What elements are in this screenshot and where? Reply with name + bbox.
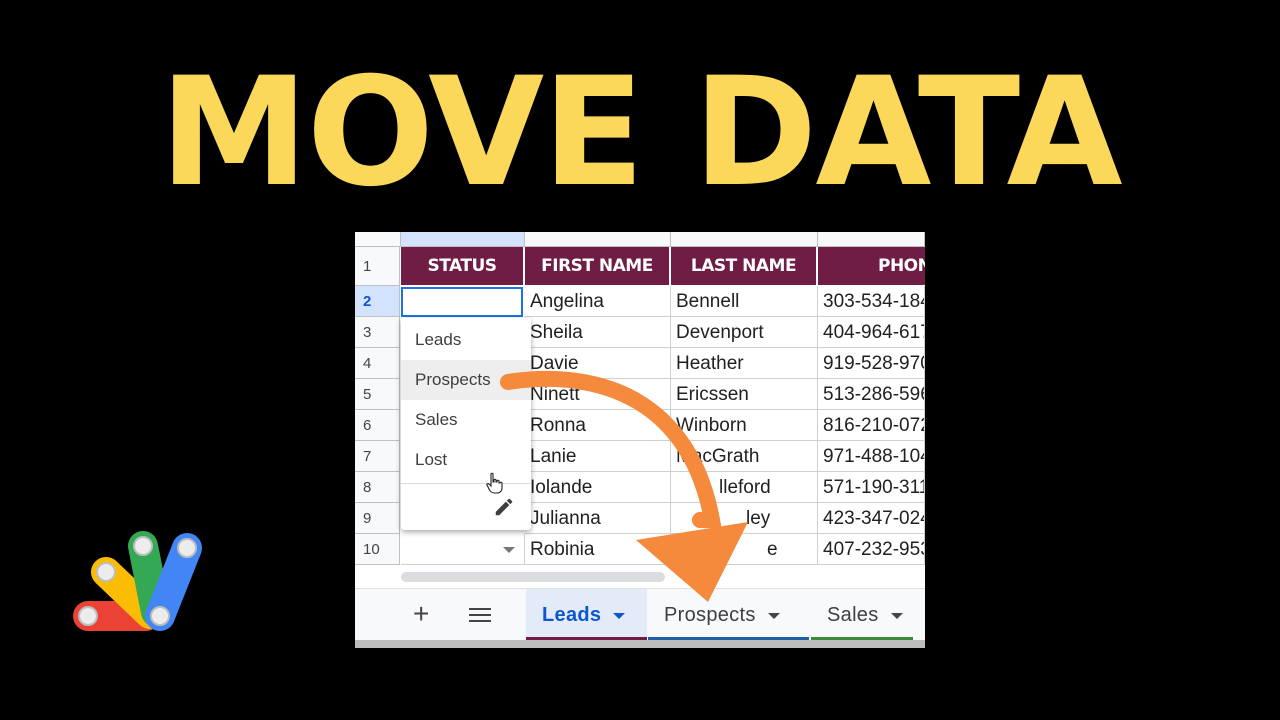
cell-first-name[interactable]: Robinia <box>525 534 671 565</box>
cell-last-name[interactable]: lleford <box>671 472 818 503</box>
cell-last-name[interactable]: Ericssen <box>671 379 818 410</box>
cell-first-name[interactable]: Davie <box>525 348 671 379</box>
tab-label: Leads <box>542 604 602 626</box>
pencil-icon[interactable] <box>493 496 515 518</box>
column-header-a[interactable] <box>401 232 525 246</box>
dropdown-option-leads[interactable]: Leads <box>401 320 531 360</box>
sheet-bottom-edge <box>355 640 925 648</box>
plus-icon[interactable]: + <box>413 599 429 629</box>
dropdown-option-lost[interactable]: Lost <box>401 440 531 480</box>
cell-last-name[interactable]: Heather <box>671 348 818 379</box>
spreadsheet-panel: 1 2 3 4 5 6 7 8 9 10 STATUS FIRST NAME L… <box>355 232 925 648</box>
row-number[interactable]: 10 <box>355 534 400 565</box>
cell-phone[interactable]: 971-488-104 <box>818 441 925 472</box>
hand-cursor-icon <box>486 472 503 494</box>
cell-phone[interactable]: 407-232-953 <box>818 534 925 565</box>
tab-label: Sales <box>827 604 879 626</box>
row-number[interactable]: 8 <box>355 472 400 503</box>
sheet-grid: 1 2 3 4 5 6 7 8 9 10 STATUS FIRST NAME L… <box>355 232 925 570</box>
chevron-down-icon[interactable] <box>890 612 903 619</box>
cell-first-name[interactable]: Iolande <box>525 472 671 503</box>
column-header-c[interactable] <box>671 232 818 246</box>
active-status-cell[interactable] <box>401 287 523 317</box>
dropdown-arrow-icon[interactable] <box>503 547 515 553</box>
cell-first-name[interactable]: Ninett <box>525 379 671 410</box>
cell-phone[interactable]: 513-286-596 <box>818 379 925 410</box>
status-dropdown-menu: Leads Prospects Sales Lost <box>401 318 531 530</box>
dropdown-option-sales[interactable]: Sales <box>401 400 531 440</box>
row-number[interactable]: 1 <box>355 247 400 286</box>
cell-last-name[interactable]: Bennell <box>671 286 818 317</box>
row-number-selected[interactable]: 2 <box>355 286 400 317</box>
dropdown-option-prospects[interactable]: Prospects <box>401 360 531 400</box>
row-number[interactable]: 5 <box>355 379 400 410</box>
headline-title: MOVE DATA <box>159 46 1122 220</box>
horizontal-scrollbar[interactable] <box>401 572 665 582</box>
cell-phone[interactable]: 423-347-024 <box>818 503 925 534</box>
cell-first-name[interactable]: Angelina <box>525 286 671 317</box>
header-cell-phone[interactable]: PHONE <box>818 247 925 285</box>
cell-last-name[interactable]: MacGrath <box>671 441 818 472</box>
cell-phone[interactable]: 571-190-311 <box>818 472 925 503</box>
tab-prospects[interactable]: Prospects <box>648 589 809 641</box>
cell-last-name[interactable]: ley <box>671 503 818 534</box>
column-header-b[interactable] <box>525 232 671 246</box>
header-cell-status[interactable]: STATUS <box>401 247 525 285</box>
row-number[interactable]: 4 <box>355 348 400 379</box>
header-cell-last-name[interactable]: LAST NAME <box>671 247 818 285</box>
cell-last-name[interactable]: Devenport <box>671 317 818 348</box>
chevron-down-icon[interactable] <box>613 612 626 619</box>
cell-phone[interactable]: 816-210-072 <box>818 410 925 441</box>
cell-first-name[interactable]: Lanie <box>525 441 671 472</box>
dropdown-separator <box>401 483 531 484</box>
tab-sales[interactable]: Sales <box>811 589 913 641</box>
cell-first-name[interactable]: Julianna <box>525 503 671 534</box>
apps-script-logo-icon <box>73 531 202 631</box>
row-number[interactable]: 3 <box>355 317 400 348</box>
cell-phone[interactable]: 404-964-617 <box>818 317 925 348</box>
tab-leads[interactable]: Leads <box>526 589 647 641</box>
row-number[interactable]: 6 <box>355 410 400 441</box>
all-sheets-menu-icon[interactable] <box>469 608 491 622</box>
row-number[interactable]: 7 <box>355 441 400 472</box>
row-number[interactable]: 9 <box>355 503 400 534</box>
cell-phone[interactable]: 919-528-970 <box>818 348 925 379</box>
column-header-row <box>355 232 925 247</box>
cell-phone[interactable]: 303-534-184 <box>818 286 925 317</box>
corner-cell <box>355 232 401 246</box>
sheet-tab-bar: + Leads Prospects Sales <box>355 588 925 641</box>
cell-first-name[interactable]: Sheila <box>525 317 671 348</box>
cell-last-name[interactable]: Winborn <box>671 410 818 441</box>
cell-last-name[interactable]: e <box>671 534 818 565</box>
column-header-d[interactable] <box>818 232 925 246</box>
cell-first-name[interactable]: Ronna <box>525 410 671 441</box>
chevron-down-icon[interactable] <box>767 612 780 619</box>
header-cell-first-name[interactable]: FIRST NAME <box>525 247 671 285</box>
tab-label: Prospects <box>664 604 756 626</box>
